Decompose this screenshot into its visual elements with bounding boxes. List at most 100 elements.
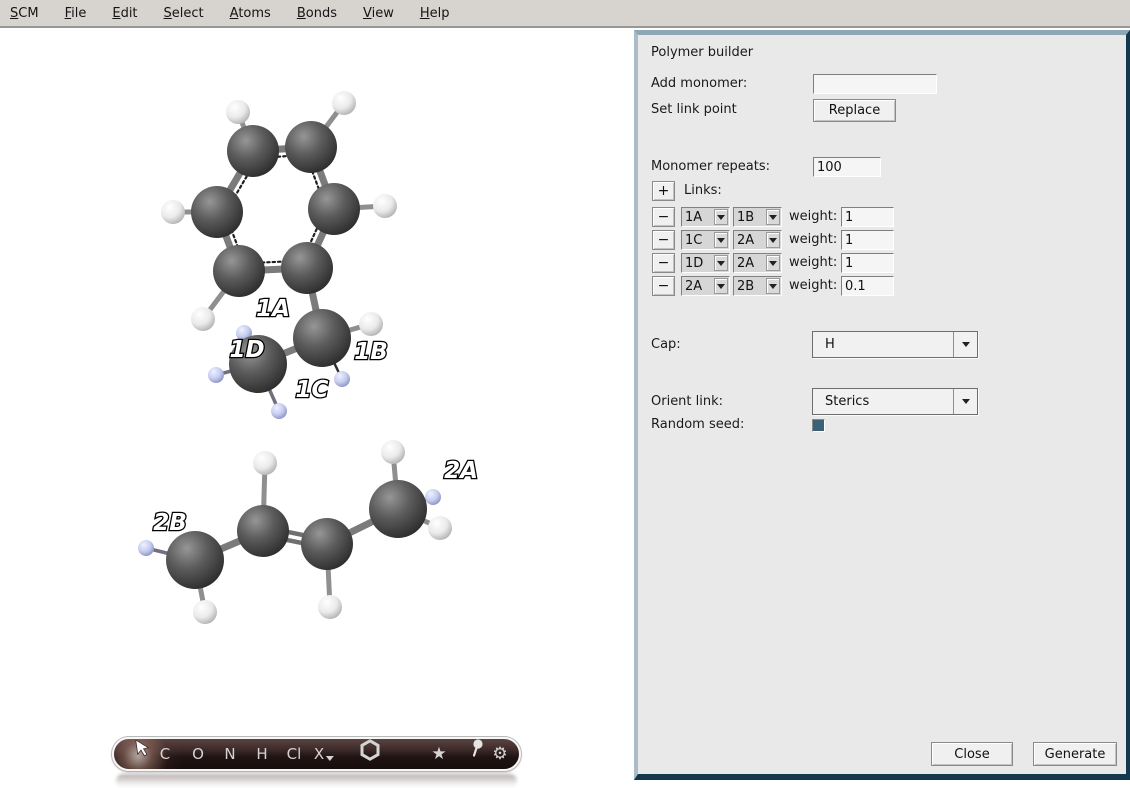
carbon-atom[interactable]	[301, 518, 353, 570]
hydrogen-atom[interactable]	[359, 312, 383, 336]
cap-label: Cap:	[651, 337, 681, 352]
hydrogen-atom[interactable]	[161, 200, 185, 224]
orient-link-select[interactable]: Sterics	[812, 388, 978, 415]
toolbar-star-icon[interactable]: ★	[431, 739, 446, 769]
link-row-1-remove-button[interactable]: −	[652, 230, 675, 250]
link-row-1-from-select[interactable]: 1C	[681, 230, 730, 250]
link-point-atom[interactable]	[334, 371, 350, 387]
monomer-repeats-input[interactable]	[813, 157, 881, 177]
link-row-3-weight-input[interactable]	[841, 276, 894, 296]
menu-item-edit[interactable]: Edit	[112, 6, 137, 21]
hydrogen-atom[interactable]	[191, 307, 215, 331]
link-row-0-from-select[interactable]: 1A	[681, 207, 730, 227]
monomer-repeats-label: Monomer repeats:	[651, 159, 770, 174]
hydrogen-atom[interactable]	[226, 100, 250, 124]
hydrogen-atom[interactable]	[373, 194, 397, 218]
link-row-1-to-value: 2A	[734, 233, 766, 248]
add-link-button[interactable]: +	[652, 181, 675, 201]
link-point-label: 2B	[153, 510, 187, 536]
random-seed-input[interactable]	[812, 419, 825, 432]
link-row-1-to-select[interactable]: 2A	[733, 230, 782, 250]
chevron-down-icon[interactable]	[714, 209, 728, 225]
hydrogen-atom[interactable]	[193, 600, 217, 624]
add-monomer-input[interactable]	[813, 74, 937, 94]
chevron-down-icon[interactable]	[954, 342, 977, 347]
link-row-2-from-select[interactable]: 1D	[681, 253, 730, 273]
toolbar-element-n-button[interactable]: N	[224, 739, 235, 769]
carbon-atom[interactable]	[191, 186, 243, 238]
menu-bar: SCM File Edit Select Atoms Bonds View Help	[0, 0, 1130, 28]
link-row-2-to-value: 2A	[734, 256, 766, 271]
carbon-atom[interactable]	[227, 125, 279, 177]
link-point-atom[interactable]	[208, 367, 224, 383]
link-row-3-remove-button[interactable]: −	[652, 276, 675, 296]
link-point-atom[interactable]	[425, 489, 441, 505]
link-row-0-to-select[interactable]: 1B	[733, 207, 782, 227]
link-row-3-from-select[interactable]: 2A	[681, 276, 730, 296]
toolbar-element-x-dropdown-button[interactable]: X	[314, 739, 334, 769]
chevron-down-icon[interactable]	[714, 232, 728, 248]
hydrogen-atom[interactable]	[381, 440, 405, 464]
link-row-3-from-value: 2A	[682, 279, 714, 294]
link-row-2-from-value: 1D	[682, 256, 714, 271]
cap-select[interactable]: H	[812, 331, 978, 358]
molecule-scene[interactable]: 1A1B1C1D2B2A	[0, 30, 634, 780]
link-row-2-weight-input[interactable]	[841, 253, 894, 273]
toolbar-reflection	[116, 774, 517, 788]
carbon-atom[interactable]	[213, 245, 265, 297]
menu-item-scm[interactable]: SCM	[10, 6, 39, 21]
chevron-down-icon[interactable]	[766, 255, 780, 271]
element-toolbar: CONH Cl X ★ ⚙	[112, 737, 521, 771]
carbon-atom[interactable]	[281, 242, 333, 294]
link-point-atom[interactable]	[138, 540, 154, 556]
link-point-label: 1A	[256, 296, 290, 322]
chevron-down-icon[interactable]	[714, 255, 728, 271]
link-row-2-remove-button[interactable]: −	[652, 253, 675, 273]
hydrogen-atom[interactable]	[318, 595, 342, 619]
generate-button[interactable]: Generate	[1033, 742, 1117, 766]
menu-item-bonds[interactable]: Bonds	[297, 6, 337, 21]
orient-link-value: Sterics	[813, 394, 953, 409]
toolbar-element-h-button[interactable]: H	[256, 739, 267, 769]
link-row-0-weight-input[interactable]	[841, 207, 894, 227]
menu-item-file[interactable]: File	[65, 6, 87, 21]
toolbar-element-c-button[interactable]: C	[160, 739, 170, 769]
link-row-3-to-select[interactable]: 2B	[733, 276, 782, 296]
carbon-atom[interactable]	[369, 480, 427, 538]
link-point-label: 1C	[296, 377, 329, 403]
link-row-0-to-value: 1B	[734, 210, 766, 225]
random-seed-label: Random seed:	[651, 417, 744, 432]
toolbar-element-cl-button[interactable]: Cl	[287, 739, 302, 769]
polymer-builder-panel: Polymer builder Add monomer: Set link po…	[634, 30, 1130, 780]
menu-item-view[interactable]: View	[363, 6, 394, 21]
toolbar-element-o-button[interactable]: O	[192, 739, 204, 769]
hydrogen-atom[interactable]	[332, 91, 356, 115]
link-row-2-to-select[interactable]: 2A	[733, 253, 782, 273]
toolbar-gear-icon[interactable]: ⚙	[492, 739, 507, 769]
menu-item-select[interactable]: Select	[164, 6, 204, 21]
chevron-down-icon[interactable]	[954, 399, 977, 404]
link-row-0-remove-button[interactable]: −	[652, 207, 675, 227]
link-row-3-weight-label: weight:	[789, 278, 837, 293]
carbon-atom[interactable]	[308, 183, 360, 235]
orient-link-label: Orient link:	[651, 394, 723, 409]
menu-item-atoms[interactable]: Atoms	[230, 6, 271, 21]
carbon-atom[interactable]	[166, 531, 224, 589]
link-point-atom[interactable]	[271, 403, 287, 419]
carbon-atom[interactable]	[293, 309, 351, 367]
menu-item-help[interactable]: Help	[420, 6, 450, 21]
replace-button[interactable]: Replace	[813, 99, 896, 122]
molecule-viewport[interactable]: 1A1B1C1D2B2A CONH Cl X ★ ⚙	[0, 30, 634, 780]
link-row-1-from-value: 1C	[682, 233, 714, 248]
chevron-down-icon[interactable]	[766, 209, 780, 225]
chevron-down-icon[interactable]	[766, 232, 780, 248]
link-row-0-weight-label: weight:	[789, 209, 837, 224]
hydrogen-atom[interactable]	[428, 516, 452, 540]
carbon-atom[interactable]	[237, 505, 289, 557]
hydrogen-atom[interactable]	[253, 451, 277, 475]
chevron-down-icon[interactable]	[714, 278, 728, 294]
chevron-down-icon[interactable]	[766, 278, 780, 294]
carbon-atom[interactable]	[285, 121, 337, 173]
close-button[interactable]: Close	[931, 742, 1013, 766]
link-row-1-weight-input[interactable]	[841, 230, 894, 250]
